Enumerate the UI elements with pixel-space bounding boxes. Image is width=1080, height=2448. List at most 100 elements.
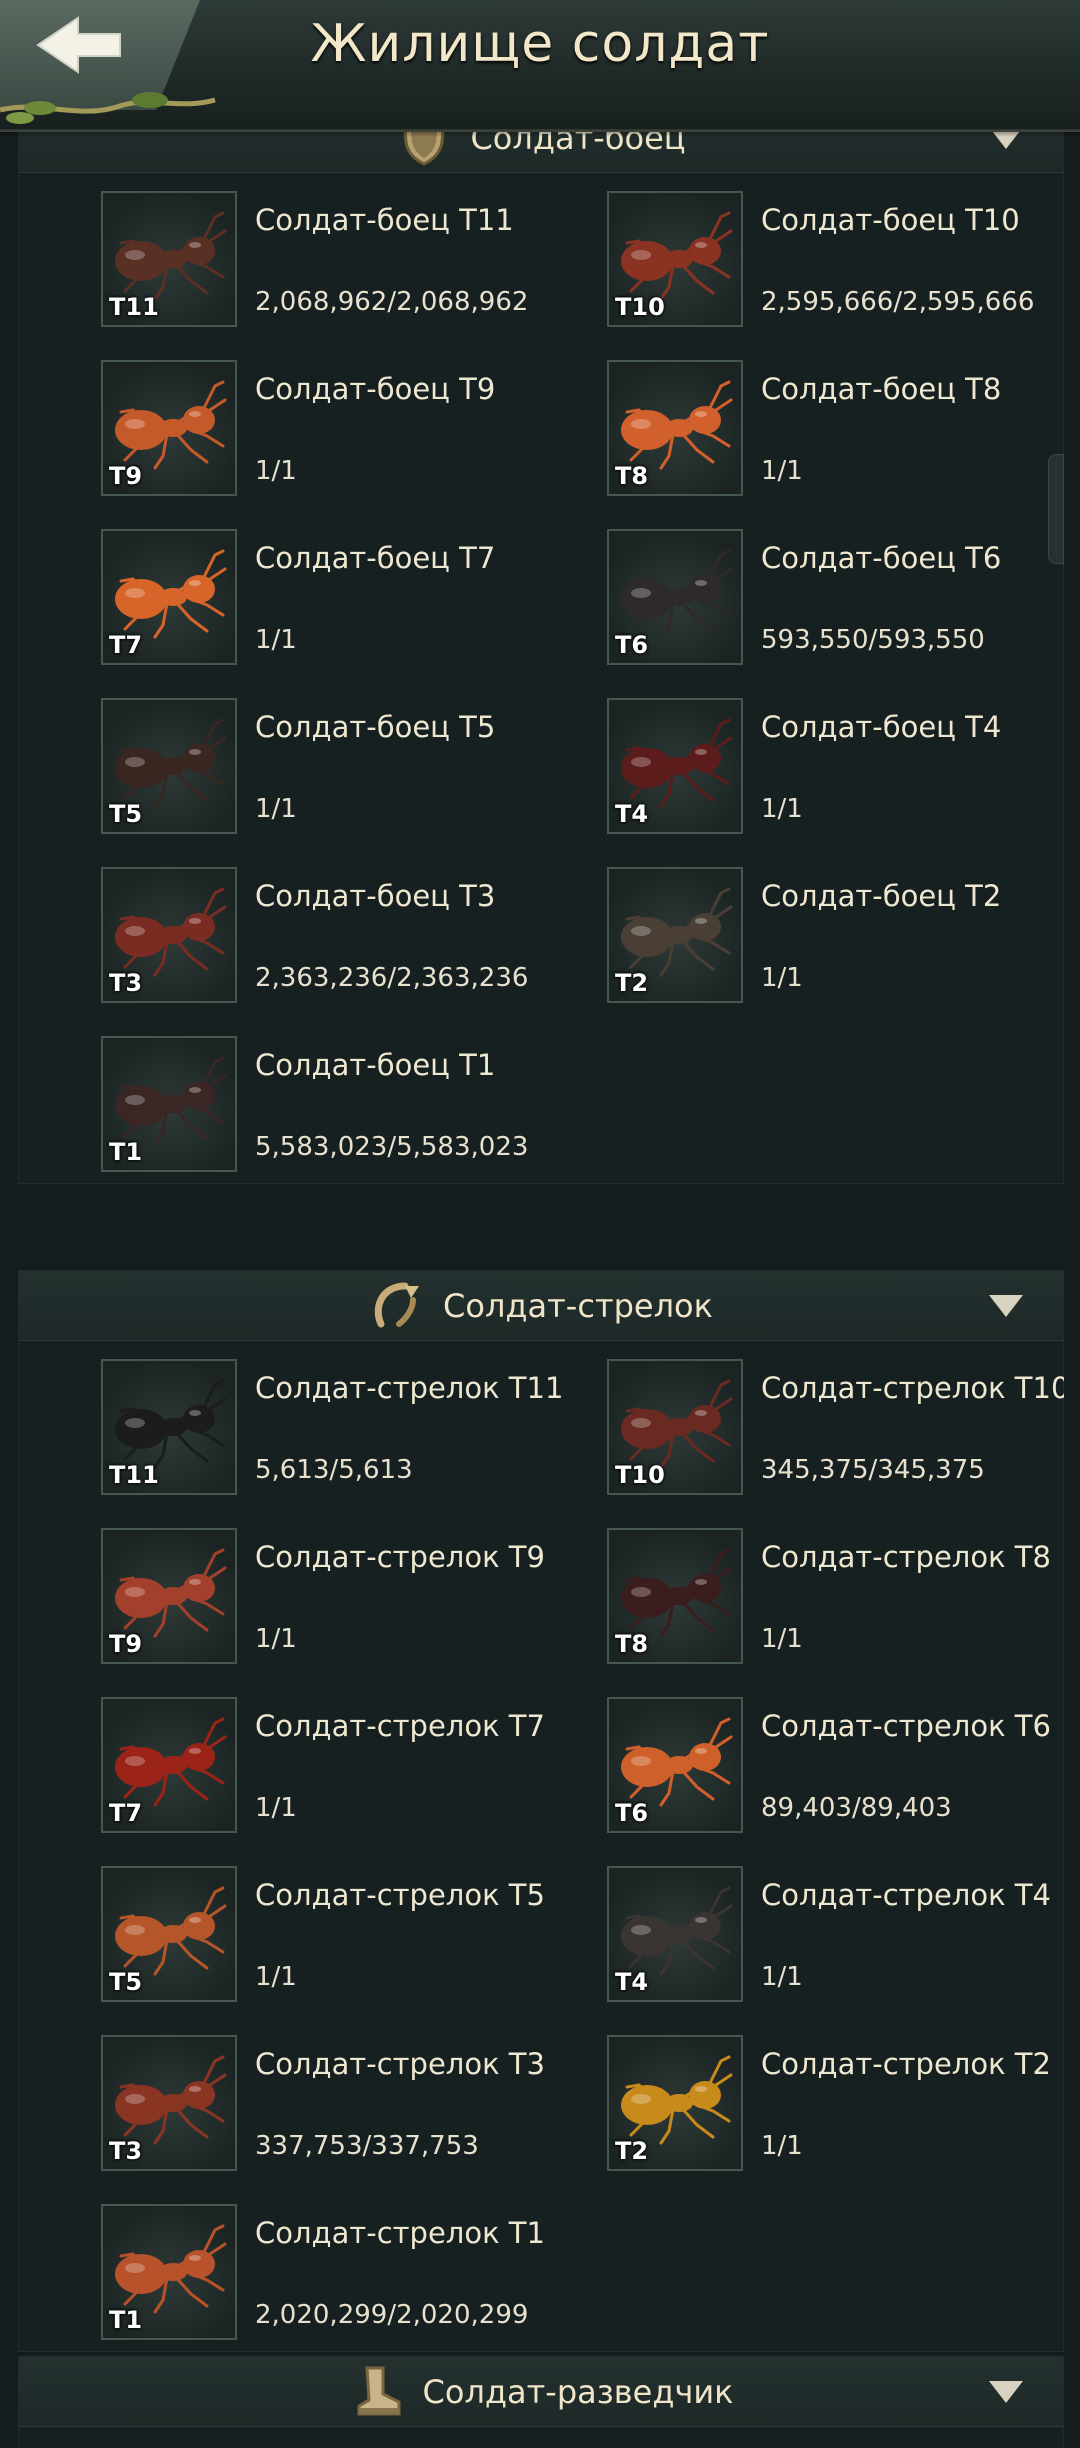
section-3: Солдат-разведчик	[18, 2356, 1064, 2448]
unit-portrait[interactable]: T8	[607, 360, 743, 496]
tier-badge: T11	[109, 1461, 159, 1489]
tier-badge: T8	[615, 462, 649, 490]
tier-badge: T5	[109, 1968, 143, 1996]
unit-portrait[interactable]: T5	[101, 698, 237, 834]
unit-portrait[interactable]: T2	[607, 867, 743, 1003]
unit-portrait[interactable]: T4	[607, 1866, 743, 2002]
unit-portrait[interactable]: T1	[101, 1036, 237, 1172]
unit-count: 2,363,236/2,363,236	[255, 963, 529, 993]
unit-card[interactable]: T1 Солдат-боец T1 5,583,023/5,583,023	[101, 1036, 607, 1176]
unit-count: 337,753/337,753	[255, 2131, 479, 2161]
unit-portrait[interactable]: T10	[607, 191, 743, 327]
unit-count: 5,613/5,613	[255, 1455, 413, 1485]
unit-card[interactable]: T1 Солдат-стрелок T1 2,020,299/2,020,299	[101, 2204, 607, 2344]
unit-count: 1/1	[761, 2131, 803, 2161]
unit-count: 1/1	[255, 1962, 297, 1992]
unit-name: Солдат-боец T5	[255, 710, 496, 744]
unit-card[interactable]: T5 Солдат-стрелок T5 1/1	[101, 1866, 607, 2006]
unit-count: 1/1	[255, 456, 297, 486]
unit-card[interactable]: T3 Солдат-стрелок T3 337,753/337,753	[101, 2035, 607, 2175]
unit-name: Солдат-стрелок T11	[255, 1371, 564, 1405]
unit-portrait[interactable]: T5	[101, 1866, 237, 2002]
unit-portrait[interactable]: T6	[607, 529, 743, 665]
tier-badge: T3	[109, 969, 143, 997]
unit-portrait[interactable]: T6	[607, 1697, 743, 1833]
unit-portrait[interactable]: T3	[101, 2035, 237, 2171]
unit-card[interactable]: T2 Солдат-стрелок T2 1/1	[607, 2035, 1064, 2175]
unit-portrait[interactable]: T1	[101, 2204, 237, 2340]
unit-card[interactable]: T2 Солдат-боец T2 1/1	[607, 867, 1064, 1007]
unit-portrait[interactable]: T7	[101, 1697, 237, 1833]
unit-card[interactable]: T10 Солдат-боец T10 2,595,666/2,595,666	[607, 191, 1064, 331]
unit-card[interactable]: T6 Солдат-боец T6 593,550/593,550	[607, 529, 1064, 669]
vine-decoration	[0, 92, 216, 124]
section-header[interactable]: Солдат-разведчик	[19, 2357, 1063, 2427]
unit-portrait[interactable]: T9	[101, 1528, 237, 1664]
unit-portrait[interactable]: T11	[101, 1359, 237, 1495]
unit-card[interactable]: T11 Солдат-боец T11 2,068,962/2,068,962	[101, 191, 607, 331]
bow-icon	[369, 1278, 425, 1334]
unit-portrait[interactable]: T3	[101, 867, 237, 1003]
tier-badge: T3	[109, 2137, 143, 2165]
unit-count: 1/1	[255, 625, 297, 655]
section-header[interactable]: Солдат-боец	[19, 132, 1063, 173]
unit-card[interactable]: T5 Солдат-боец T5 1/1	[101, 698, 607, 838]
unit-name: Солдат-боец T11	[255, 203, 514, 237]
tier-badge: T1	[109, 2306, 143, 2334]
unit-name: Солдат-стрелок T2	[761, 2047, 1051, 2081]
unit-name: Солдат-стрелок T1	[255, 2216, 545, 2250]
tier-badge: T11	[109, 293, 159, 321]
tier-badge: T9	[109, 1630, 143, 1658]
unit-count: 593,550/593,550	[761, 625, 985, 655]
unit-count: 1/1	[761, 963, 803, 993]
tier-badge: T7	[109, 1799, 143, 1827]
unit-count: 5,583,023/5,583,023	[255, 1132, 529, 1162]
unit-portrait[interactable]: T11	[101, 191, 237, 327]
unit-card[interactable]: T8 Солдат-боец T8 1/1	[607, 360, 1064, 500]
unit-name: Солдат-стрелок T6	[761, 1709, 1051, 1743]
tier-badge: T10	[615, 1461, 665, 1489]
unit-portrait[interactable]: T9	[101, 360, 237, 496]
barracks-list[interactable]: Солдат-разведчик Солдат-стрелок T11 Солдат-…	[18, 132, 1064, 2448]
unit-card[interactable]: T10 Солдат-стрелок T10 345,375/345,375	[607, 1359, 1064, 1499]
unit-portrait[interactable]: T4	[607, 698, 743, 834]
scroll-handle[interactable]	[1048, 454, 1064, 564]
unit-name: Солдат-стрелок T8	[761, 1540, 1051, 1574]
section-title: Солдат-стрелок	[443, 1287, 713, 1325]
unit-portrait[interactable]: T8	[607, 1528, 743, 1664]
unit-name: Солдат-боец T6	[761, 541, 1002, 575]
unit-name: Солдат-боец T3	[255, 879, 496, 913]
unit-card[interactable]: T8 Солдат-стрелок T8 1/1	[607, 1528, 1064, 1668]
unit-card[interactable]: T4 Солдат-стрелок T4 1/1	[607, 1866, 1064, 2006]
page-title: Жилище солдат	[310, 14, 770, 74]
boot-icon	[349, 2364, 405, 2420]
unit-name: Солдат-стрелок T9	[255, 1540, 545, 1574]
unit-count: 1/1	[761, 456, 803, 486]
unit-card[interactable]: T9 Солдат-стрелок T9 1/1	[101, 1528, 607, 1668]
top-bar: Жилище солдат	[0, 0, 1080, 137]
unit-card[interactable]: T11 Солдат-стрелок T11 5,613/5,613	[101, 1359, 607, 1499]
unit-name: Солдат-стрелок T5	[255, 1878, 545, 1912]
unit-card[interactable]: T7 Солдат-стрелок T7 1/1	[101, 1697, 607, 1837]
unit-portrait[interactable]: T10	[607, 1359, 743, 1495]
unit-name: Солдат-боец T7	[255, 541, 496, 575]
unit-portrait[interactable]: T7	[101, 529, 237, 665]
unit-portrait[interactable]: T2	[607, 2035, 743, 2171]
section-header[interactable]: Солдат-стрелок	[19, 1271, 1063, 1341]
tier-badge: T5	[109, 800, 143, 828]
unit-card[interactable]: T6 Солдат-стрелок T6 89,403/89,403	[607, 1697, 1064, 1837]
tier-badge: T2	[615, 969, 649, 997]
unit-count: 1/1	[761, 794, 803, 824]
unit-name: Солдат-боец T8	[761, 372, 1002, 406]
unit-card[interactable]: T7 Солдат-боец T7 1/1	[101, 529, 607, 669]
chevron-down-icon[interactable]	[989, 2381, 1023, 2403]
unit-count: 2,068,962/2,068,962	[255, 287, 529, 317]
unit-count: 89,403/89,403	[761, 1793, 952, 1823]
unit-card[interactable]: T9 Солдат-боец T9 1/1	[101, 360, 607, 500]
unit-card[interactable]: T4 Солдат-боец T4 1/1	[607, 698, 1064, 838]
section-1: Солдат-боец T11 Солдат-боец T11 2,068,962/2…	[18, 132, 1064, 1184]
unit-name: Солдат-боец T2	[761, 879, 1002, 913]
unit-count: 1/1	[255, 794, 297, 824]
unit-card[interactable]: T3 Солдат-боец T3 2,363,236/2,363,236	[101, 867, 607, 1007]
chevron-down-icon[interactable]	[989, 1295, 1023, 1317]
